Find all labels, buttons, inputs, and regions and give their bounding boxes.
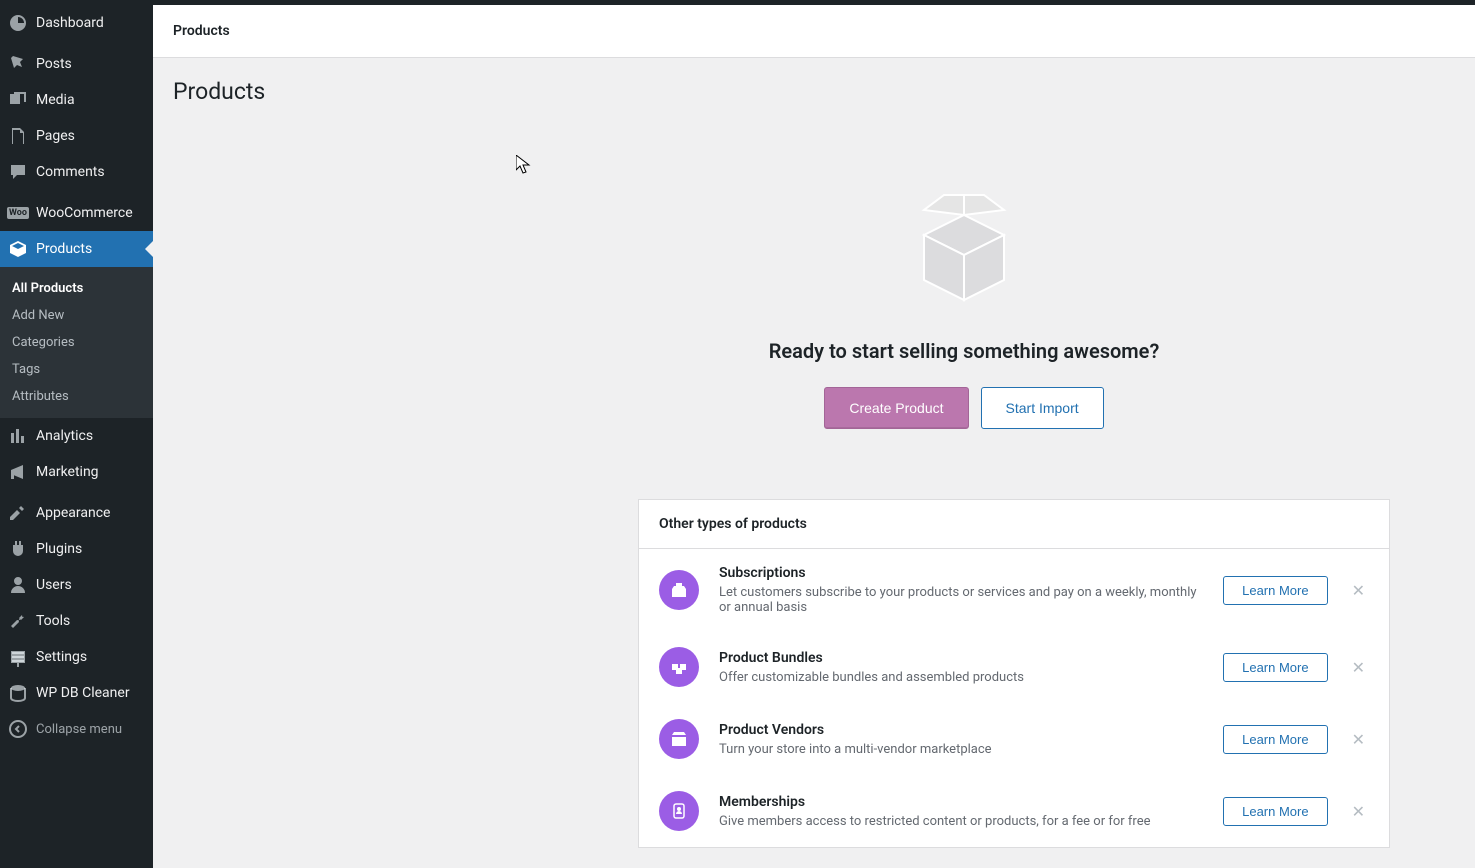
close-icon[interactable]: ✕ <box>1348 581 1369 600</box>
empty-state-hero: Ready to start selling something awesome… <box>473 125 1455 459</box>
collapse-menu-button[interactable]: Collapse menu <box>0 711 153 747</box>
panel-row-bundles: Product Bundles Offer customizable bundl… <box>639 631 1389 703</box>
page-header-bar: Products <box>153 5 1475 58</box>
sidebar-item-settings[interactable]: Settings <box>0 639 153 675</box>
sidebar-item-label: WooCommerce <box>36 205 133 221</box>
media-icon <box>8 90 28 110</box>
sidebar-item-marketing[interactable]: Marketing <box>0 454 153 490</box>
sidebar-item-label: Pages <box>36 128 75 144</box>
start-import-button[interactable]: Start Import <box>981 387 1104 429</box>
sidebar-item-analytics[interactable]: Analytics <box>0 418 153 454</box>
sidebar-item-label: Plugins <box>36 541 82 557</box>
pages-icon <box>8 126 28 146</box>
learn-more-button[interactable]: Learn More <box>1223 725 1327 754</box>
page-title: Products <box>173 78 1455 105</box>
submenu-item-tags[interactable]: Tags <box>0 356 153 383</box>
users-icon <box>8 575 28 595</box>
dashboard-icon <box>8 13 28 33</box>
collapse-icon <box>8 719 28 739</box>
learn-more-button[interactable]: Learn More <box>1223 653 1327 682</box>
submenu-item-categories[interactable]: Categories <box>0 329 153 356</box>
sidebar-item-label: Settings <box>36 649 87 665</box>
create-product-button[interactable]: Create Product <box>824 387 968 429</box>
settings-icon <box>8 647 28 667</box>
submenu-item-all-products[interactable]: All Products <box>0 275 153 302</box>
bundles-icon <box>659 647 699 687</box>
panel-title: Other types of products <box>639 500 1389 549</box>
database-icon <box>8 683 28 703</box>
vendors-icon <box>659 719 699 759</box>
sidebar-item-label: Media <box>36 92 75 108</box>
close-icon[interactable]: ✕ <box>1348 730 1369 749</box>
hero-title: Ready to start selling something awesome… <box>473 339 1455 363</box>
row-title: Product Vendors <box>719 722 1203 738</box>
sidebar-item-dashboard[interactable]: Dashboard <box>0 5 153 41</box>
sidebar-item-label: Appearance <box>36 505 110 521</box>
sidebar-item-products[interactable]: Products <box>0 231 153 267</box>
panel-row-vendors: Product Vendors Turn your store into a m… <box>639 703 1389 775</box>
panel-row-subscriptions: Subscriptions Let customers subscribe to… <box>639 549 1389 631</box>
sidebar-item-label: Tools <box>36 613 70 629</box>
other-products-panel: Other types of products Subscriptions Le… <box>638 499 1390 848</box>
sidebar-item-woocommerce[interactable]: Woo WooCommerce <box>0 195 153 231</box>
learn-more-button[interactable]: Learn More <box>1223 576 1327 605</box>
woocommerce-icon: Woo <box>8 203 28 223</box>
submenu-item-add-new[interactable]: Add New <box>0 302 153 329</box>
sidebar-item-users[interactable]: Users <box>0 567 153 603</box>
close-icon[interactable]: ✕ <box>1348 802 1369 821</box>
tools-icon <box>8 611 28 631</box>
learn-more-button[interactable]: Learn More <box>1223 797 1327 826</box>
sidebar-item-appearance[interactable]: Appearance <box>0 495 153 531</box>
box-illustration-icon <box>473 185 1455 309</box>
header-title: Products <box>173 23 230 39</box>
close-icon[interactable]: ✕ <box>1348 658 1369 677</box>
row-desc: Let customers subscribe to your products… <box>719 585 1203 615</box>
products-submenu: All Products Add New Categories Tags Att… <box>0 267 153 418</box>
row-desc: Turn your store into a multi-vendor mark… <box>719 742 1203 757</box>
products-icon <box>8 239 28 259</box>
memberships-icon <box>659 791 699 831</box>
row-title: Product Bundles <box>719 650 1203 666</box>
sidebar-item-label: WP DB Cleaner <box>36 685 130 701</box>
sidebar-item-tools[interactable]: Tools <box>0 603 153 639</box>
row-title: Subscriptions <box>719 565 1203 581</box>
sidebar-item-label: Marketing <box>36 464 99 480</box>
sidebar-item-label: Users <box>36 577 72 593</box>
marketing-icon <box>8 462 28 482</box>
sidebar-item-pages[interactable]: Pages <box>0 118 153 154</box>
comments-icon <box>8 162 28 182</box>
admin-sidebar: Dashboard Posts Media Pages Comments Woo… <box>0 5 153 868</box>
sidebar-item-comments[interactable]: Comments <box>0 154 153 190</box>
sidebar-item-media[interactable]: Media <box>0 82 153 118</box>
analytics-icon <box>8 426 28 446</box>
sidebar-item-wp-db-cleaner[interactable]: WP DB Cleaner <box>0 675 153 711</box>
sidebar-item-posts[interactable]: Posts <box>0 46 153 82</box>
sidebar-item-label: Posts <box>36 56 72 72</box>
plugins-icon <box>8 539 28 559</box>
sidebar-item-label: Comments <box>36 164 105 180</box>
sidebar-item-plugins[interactable]: Plugins <box>0 531 153 567</box>
sidebar-item-label: Products <box>36 241 92 257</box>
main-content: Products Products Ready to <box>153 5 1475 868</box>
sidebar-item-label: Dashboard <box>36 15 104 31</box>
row-desc: Offer customizable bundles and assembled… <box>719 670 1203 685</box>
row-title: Memberships <box>719 794 1203 810</box>
sidebar-item-label: Analytics <box>36 428 93 444</box>
pin-icon <box>8 54 28 74</box>
subscriptions-icon <box>659 570 699 610</box>
collapse-label: Collapse menu <box>36 722 122 737</box>
appearance-icon <box>8 503 28 523</box>
panel-row-memberships: Memberships Give members access to restr… <box>639 775 1389 847</box>
submenu-item-attributes[interactable]: Attributes <box>0 383 153 410</box>
row-desc: Give members access to restricted conten… <box>719 814 1203 829</box>
